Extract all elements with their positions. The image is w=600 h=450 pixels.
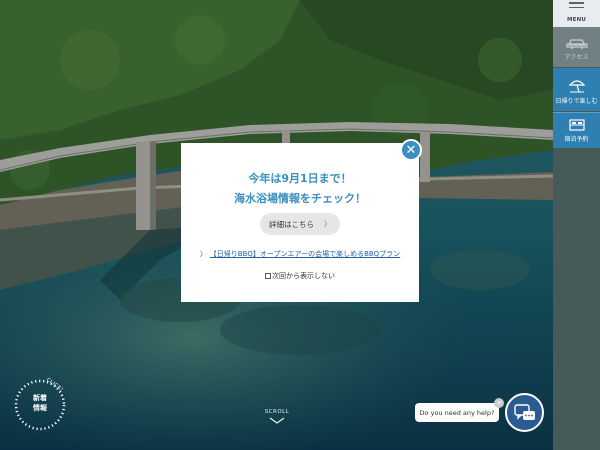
chevron-down-icon	[269, 417, 285, 424]
scroll-indicator[interactable]: SCROLL	[258, 409, 296, 425]
scroll-label: SCROLL	[264, 409, 290, 415]
close-icon: ×	[496, 398, 502, 407]
chat-icon	[513, 403, 535, 420]
chevron-right-icon: 〉	[324, 220, 331, 228]
details-button[interactable]: 詳細はこちら 〉	[260, 213, 340, 235]
news-label-line1: 新着	[33, 394, 47, 402]
announcement-modal: 今年は9月1日まで！ 海水浴場情報をチェック！ 詳細はこちら 〉 〉【日帰りBB…	[181, 143, 419, 302]
bed-icon	[568, 119, 585, 131]
details-button-label: 詳細はこちら	[269, 219, 314, 229]
hamburger-icon	[569, 2, 584, 11]
nav-item-label: 宿泊予約	[564, 136, 589, 143]
chat-prompt-bubble[interactable]: Do you need any help?	[415, 403, 499, 422]
dont-show-checkbox[interactable]	[265, 273, 271, 279]
side-navigation: MENU アクセス 日帰りで楽しむ 宿泊予約	[553, 0, 600, 450]
news-badge-button[interactable]: CLICK! 新着 情報	[13, 377, 67, 432]
chat-open-button[interactable]	[505, 393, 544, 432]
nav-item-label: 日帰りで楽しむ	[555, 98, 598, 105]
beach-icon	[568, 80, 585, 93]
menu-label: MENU	[566, 17, 587, 23]
chat-prompt-close-button[interactable]: ×	[494, 398, 504, 408]
car-icon	[565, 39, 588, 49]
close-icon: ✕	[405, 142, 417, 158]
modal-title-line2: 海水浴場情報をチェック！	[234, 192, 366, 205]
bbq-plan-link-text: 【日帰りBBQ】オープンエアーの会場で楽しめるBBQプラン	[209, 250, 401, 258]
dont-show-label: 次回から表示しない	[272, 272, 335, 280]
chevron-right-icon: 〉	[199, 250, 207, 258]
nav-item-label: アクセス	[564, 54, 589, 61]
nav-item-access[interactable]: アクセス	[553, 27, 600, 67]
news-label-line2: 情報	[33, 404, 47, 412]
modal-title-line1: 今年は9月1日まで！	[248, 172, 352, 185]
nav-item-daytrip[interactable]: 日帰りで楽しむ	[553, 68, 600, 111]
modal-close-button[interactable]: ✕	[400, 139, 422, 161]
nav-item-stay[interactable]: 宿泊予約	[553, 112, 600, 148]
menu-button[interactable]: MENU	[553, 0, 600, 27]
bbq-plan-link[interactable]: 〉【日帰りBBQ】オープンエアーの会場で楽しめるBBQプラン	[181, 249, 419, 259]
dont-show-again-option[interactable]: 次回から表示しない	[181, 271, 419, 281]
chat-prompt-text: Do you need any help?	[419, 408, 495, 417]
